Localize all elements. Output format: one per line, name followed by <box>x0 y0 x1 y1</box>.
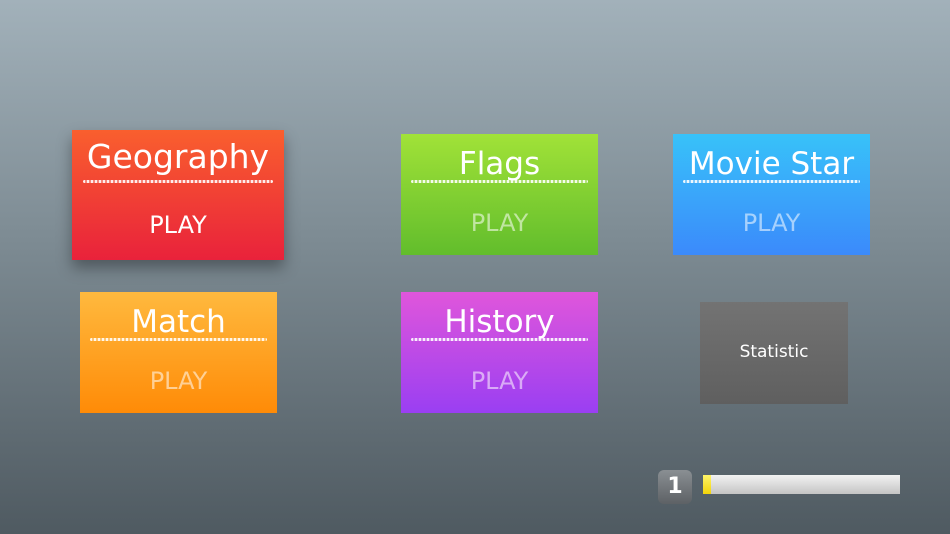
play-label: PLAY <box>470 367 529 395</box>
category-card-history[interactable]: History PLAY <box>401 292 598 413</box>
category-title: Geography <box>86 137 270 176</box>
play-label: PLAY <box>149 367 208 395</box>
category-title: History <box>444 304 555 340</box>
category-title: Flags <box>458 146 541 182</box>
category-card-movie-star[interactable]: Movie Star PLAY <box>673 134 870 255</box>
category-title: Match <box>131 304 226 340</box>
title-underline <box>410 180 589 183</box>
category-card-geography[interactable]: Geography PLAY <box>72 130 284 260</box>
title-underline <box>682 180 861 183</box>
level-badge: 1 <box>658 470 692 504</box>
category-card-match[interactable]: Match PLAY <box>80 292 277 413</box>
title-underline <box>410 338 589 341</box>
play-label: PLAY <box>470 209 529 237</box>
title-underline <box>89 338 268 341</box>
level-progress-bar <box>703 475 900 494</box>
title-underline <box>82 180 274 183</box>
play-label: PLAY <box>149 211 207 239</box>
statistic-button[interactable]: Statistic <box>700 302 848 404</box>
play-label: PLAY <box>742 209 801 237</box>
category-card-flags[interactable]: Flags PLAY <box>401 134 598 255</box>
statistic-label: Statistic <box>739 342 809 362</box>
level-progress-fill <box>703 475 711 494</box>
category-title: Movie Star <box>688 146 855 182</box>
